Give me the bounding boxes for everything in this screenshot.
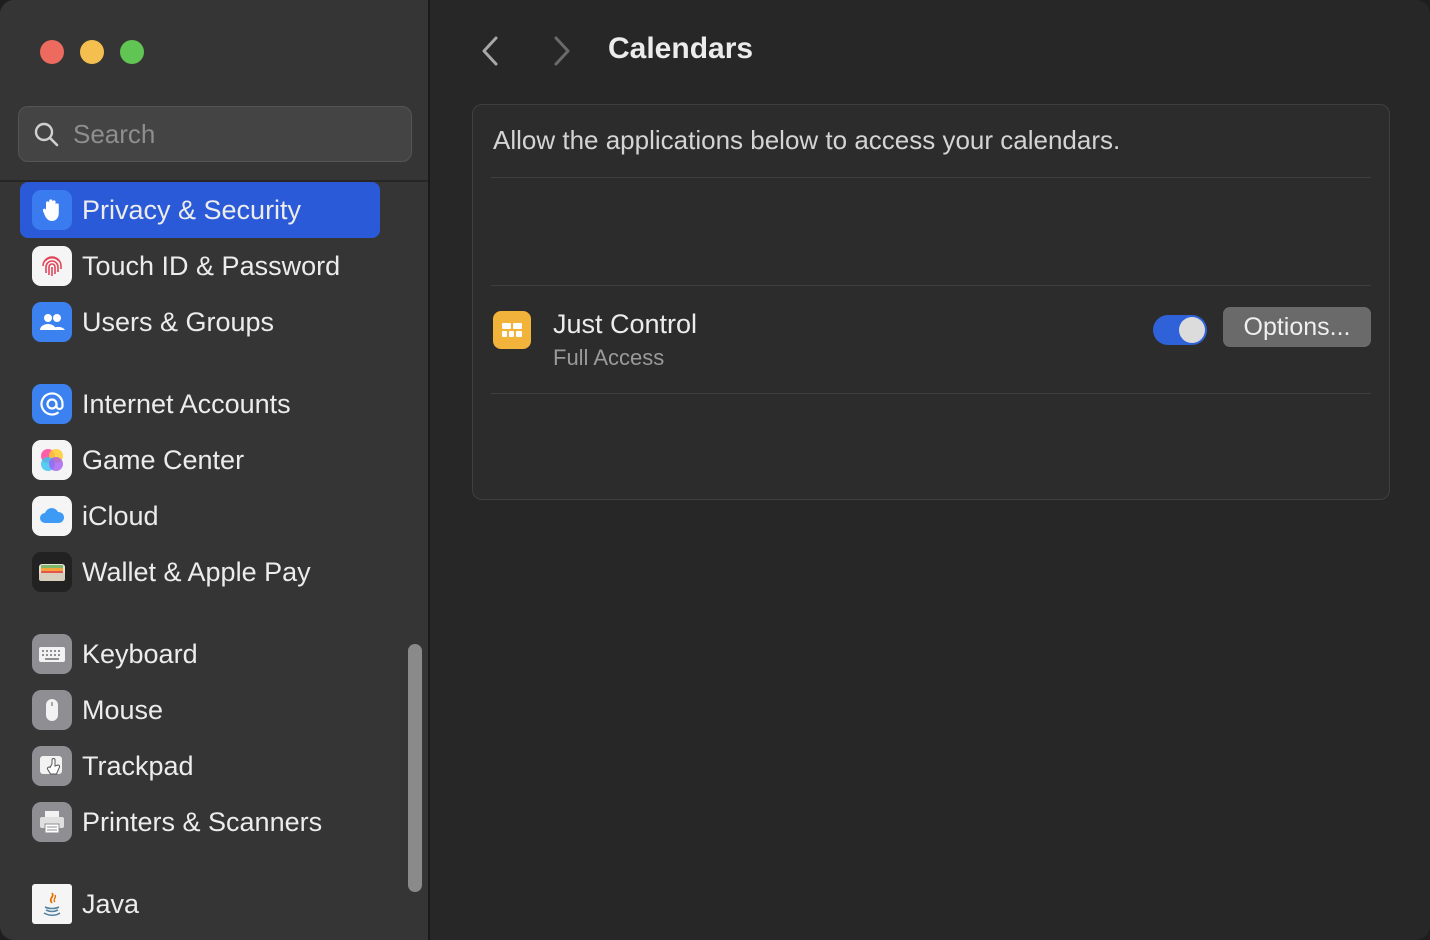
sidebar-item-label: Users & Groups [82, 306, 275, 337]
sidebar-item-label: Wallet & Apple Pay [82, 556, 311, 587]
zoom-window-button[interactable] [120, 40, 144, 64]
at-sign-icon [32, 384, 72, 424]
sidebar-item-label: Privacy & Security [82, 194, 302, 225]
trackpad-icon [32, 746, 72, 786]
sidebar-item-touch-id[interactable]: Touch ID & Password [20, 238, 380, 294]
wallet-icon [32, 552, 72, 592]
sidebar-item-label: iCloud [82, 500, 159, 531]
java-icon [32, 884, 72, 924]
search-icon [34, 122, 59, 147]
app-name: Just Control [553, 309, 698, 339]
sidebar-item-label: Mouse [82, 694, 164, 725]
fingerprint-icon [32, 246, 72, 286]
sidebar-item-label: Printers & Scanners [82, 806, 323, 837]
app-access-status: Full Access [553, 345, 665, 370]
sidebar-item-printers[interactable]: Printers & Scanners [20, 794, 380, 850]
cloud-icon [32, 496, 72, 536]
sidebar-scrollbar[interactable] [408, 644, 422, 892]
window-controls [40, 40, 144, 64]
sidebar-item-label: Keyboard [82, 638, 198, 669]
page-title: Calendars [608, 32, 754, 65]
sidebar-item-label: Java [82, 888, 140, 919]
keyboard-icon [32, 634, 72, 674]
sidebar-item-icloud[interactable]: iCloud [20, 488, 380, 544]
close-window-button[interactable] [40, 40, 64, 64]
sidebar-item-game-center[interactable]: Game Center [20, 432, 380, 488]
minimize-window-button[interactable] [80, 40, 104, 64]
calendar-access-toggle[interactable] [1153, 315, 1207, 345]
sidebar-item-label: Internet Accounts [82, 388, 291, 419]
search-field[interactable] [18, 106, 412, 162]
hand-raised-icon [32, 190, 72, 230]
forward-chevron-icon[interactable] [544, 34, 578, 68]
printer-icon [32, 802, 72, 842]
main-content: Calendars Allow the applications below t… [432, 0, 1430, 940]
game-center-icon [32, 440, 72, 480]
divider [491, 393, 1371, 394]
sidebar-item-label: Trackpad [82, 750, 194, 781]
options-button[interactable]: Options... [1223, 307, 1371, 347]
sidebar-item-internet-accounts[interactable]: Internet Accounts [20, 376, 380, 432]
sidebar-item-privacy-security[interactable]: Privacy & Security [20, 182, 380, 238]
sidebar-item-wallet[interactable]: Wallet & Apple Pay [20, 544, 380, 600]
sidebar-item-keyboard[interactable]: Keyboard [20, 626, 380, 682]
search-input[interactable] [71, 117, 395, 151]
calendar-access-panel: Allow the applications below to access y… [472, 104, 1390, 500]
sidebar-item-label: Touch ID & Password [82, 250, 341, 281]
panel-description: Allow the applications below to access y… [493, 125, 1121, 155]
settings-window: Privacy & Security Touch ID & Password [0, 0, 1430, 940]
toggle-knob [1179, 317, 1205, 343]
back-chevron-icon[interactable] [474, 34, 508, 68]
sidebar-item-trackpad[interactable]: Trackpad [20, 738, 380, 794]
just-control-app-icon [493, 311, 531, 349]
users-icon [32, 302, 72, 342]
sidebar-item-label: Game Center [82, 444, 245, 475]
sidebar-item-users-groups[interactable]: Users & Groups [20, 294, 380, 350]
sidebar: Privacy & Security Touch ID & Password [0, 0, 430, 940]
sidebar-item-mouse[interactable]: Mouse [20, 682, 380, 738]
mouse-icon [32, 690, 72, 730]
app-row: Just Control Full Access Options... [473, 285, 1389, 393]
sidebar-item-java[interactable]: Java [20, 876, 380, 932]
divider [491, 177, 1371, 178]
